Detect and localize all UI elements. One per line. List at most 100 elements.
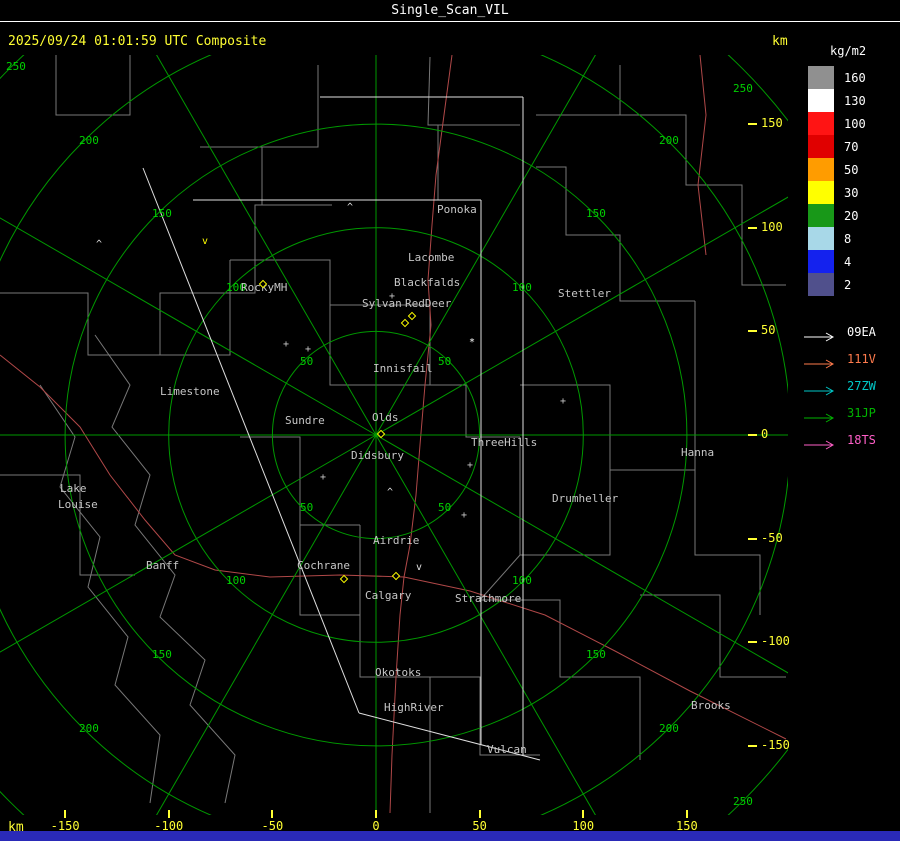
right-axis-tick (748, 226, 757, 229)
range-ring-label: 150 (152, 207, 172, 220)
site-arrow-icon (803, 435, 839, 449)
marker-plus-icon: + (304, 344, 312, 355)
marker-caret-down-icon: v (415, 562, 423, 573)
bottom-axis-tick (375, 810, 377, 818)
colorbar-value: 8 (844, 231, 852, 246)
colorbar-value: 130 (844, 93, 866, 108)
marker-caret-up-icon: ^ (95, 239, 103, 250)
city-label: Sundre (285, 414, 325, 427)
range-ring-label: 150 (152, 648, 172, 661)
right-axis-label: 0 (761, 427, 769, 441)
colorbar-entry: 8 (808, 227, 900, 250)
colorbar-entry: 160 (808, 66, 900, 89)
colorbar-swatch (808, 89, 834, 112)
site-id-label: 27ZW (847, 378, 876, 393)
right-axis-label: -50 (761, 530, 783, 545)
site-legend-entry: 111V (803, 345, 900, 372)
colorbar-swatch (808, 135, 834, 158)
radar-map-display[interactable]: 50 100 150 200 250 50 100 150 200 250 50 100 150 200 5… (0, 55, 788, 815)
bottom-taskbar-strip (0, 831, 900, 841)
site-arrow-icon (803, 327, 839, 341)
city-label: Ponoka (437, 203, 477, 216)
range-ring-label: 250 (6, 60, 26, 73)
colorbar-value: 30 (844, 185, 859, 200)
range-ring-label: 50 (438, 355, 452, 368)
site-id-label: 18TS (847, 432, 876, 447)
county-boundary-lines (0, 55, 786, 813)
range-ring-label: 100 (512, 281, 532, 294)
right-axis-unit-label: km (772, 34, 788, 49)
city-label: Drumheller (552, 492, 619, 505)
colorbar: 160 130 100 70 50 30 20 8 4 2 (808, 66, 900, 296)
city-label: Airdrie (373, 534, 420, 547)
marker-plus-icon: + (388, 291, 396, 302)
right-axis-label: -150 (761, 737, 790, 752)
bottom-axis-tick (685, 810, 688, 818)
bottom-axis-tick (478, 810, 481, 818)
side-panel: kg/m2 160 130 100 70 50 30 20 8 4 2 09EA 111V 27ZW 3… (800, 44, 900, 453)
site-legend-entry: 18TS (803, 426, 900, 453)
city-label: ThreeHills (471, 436, 538, 449)
marker-caret-up-icon: ^ (386, 487, 394, 498)
range-ring-label: 200 (79, 134, 99, 147)
colorbar-swatch (808, 112, 834, 135)
right-axis-label: 150 (761, 116, 783, 131)
city-label: Louise (58, 498, 98, 511)
city-label: Sylvan (362, 297, 402, 310)
colorbar-swatch (808, 204, 834, 227)
range-ring-label: 100 (512, 574, 532, 587)
scan-area-boundary (142, 96, 541, 761)
colorbar-entry: 30 (808, 181, 900, 204)
range-ring-label: 200 (659, 134, 679, 147)
marker-plus-icon: + (282, 339, 290, 350)
right-axis-tick (748, 537, 757, 540)
colorbar-value: 160 (844, 70, 866, 85)
colorbar-value: 20 (844, 208, 859, 223)
right-axis-tick (748, 641, 757, 644)
city-label: Hanna (681, 446, 715, 459)
site-legend-entry: 31JP (803, 399, 900, 426)
marker-plus-icon: + (460, 510, 468, 521)
site-id-label: 111V (847, 351, 876, 366)
colorbar-value: 100 (844, 116, 866, 131)
marker-caret-down-icon: v (201, 236, 209, 247)
bottom-axis-tick (167, 810, 170, 818)
site-arrow-icon (803, 408, 839, 422)
city-label: Limestone (160, 385, 220, 398)
timestamp-label: 2025/09/24 01:01:59 UTC Composite (8, 34, 267, 49)
range-ring-label: 250 (733, 82, 753, 95)
city-label: Vulcan (487, 743, 527, 756)
city-label: Okotoks (375, 666, 422, 679)
city-label: Strathmore (455, 592, 522, 605)
right-axis-label: 50 (761, 323, 776, 338)
city-label: Cochrane (297, 559, 350, 572)
bottom-axis-tick (271, 810, 274, 818)
bottom-axis-tick (582, 810, 585, 818)
city-label: Olds (372, 411, 399, 424)
right-axis-tick (748, 330, 757, 333)
city-label: Lacombe (408, 251, 455, 264)
colorbar-value: 4 (844, 254, 852, 269)
colorbar-entry: 50 (808, 158, 900, 181)
right-axis-tick (748, 434, 757, 436)
marker-plus-icon: + (559, 396, 567, 407)
colorbar-swatch (808, 66, 834, 89)
site-id-label: 09EA (847, 324, 876, 339)
colorbar-entry: 70 (808, 135, 900, 158)
range-ring-label: 200 (79, 722, 99, 735)
radar-site-legend: 09EA 111V 27ZW 31JP 18TS (803, 318, 900, 453)
city-label: Brooks (691, 699, 731, 712)
city-label: Banff (146, 559, 180, 572)
colorbar-swatch (808, 273, 834, 296)
colorbar-entry: 20 (808, 204, 900, 227)
colorbar-entry: 100 (808, 112, 900, 135)
right-axis-label: 100 (761, 219, 783, 234)
city-label: Innisfail (373, 362, 433, 375)
right-axis-label: -100 (761, 634, 790, 649)
range-ring-label: 50 (300, 355, 314, 368)
window-title-bar: Single_Scan_VIL (0, 0, 900, 22)
site-arrow-icon (803, 354, 839, 368)
range-ring-label: 100 (226, 574, 246, 587)
range-ring-label: 150 (586, 207, 606, 220)
site-legend-entry: 27ZW (803, 372, 900, 399)
